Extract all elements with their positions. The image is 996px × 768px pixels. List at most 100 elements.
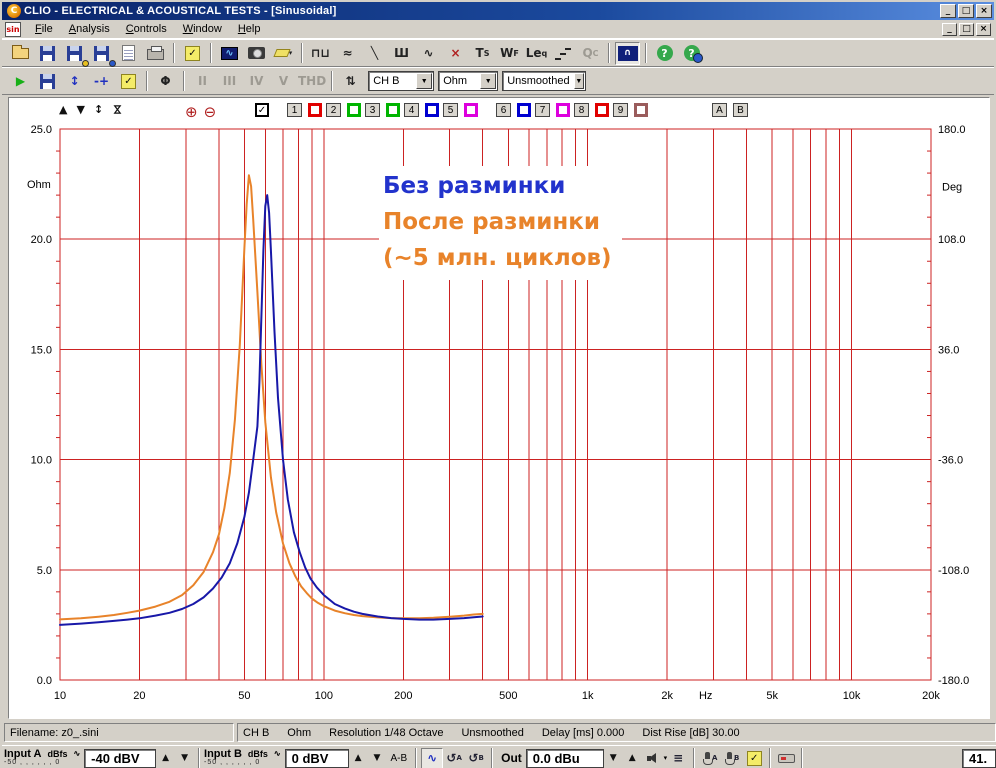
zoom-out-icon[interactable]: ⊖: [204, 103, 217, 121]
settings-icon[interactable]: ✓: [116, 70, 141, 93]
close-button[interactable]: ×: [976, 4, 992, 18]
thiele-small-icon[interactable]: TS: [470, 42, 495, 65]
input-a-unit: dBfs: [47, 749, 68, 759]
generator-wave-button[interactable]: ∿: [421, 747, 444, 768]
open-icon[interactable]: [8, 42, 33, 65]
steps-icon[interactable]: [551, 42, 576, 65]
phase-icon[interactable]: Φ: [153, 70, 178, 93]
unit-select[interactable]: Ohm ▼: [438, 71, 499, 91]
curve-8-button[interactable]: 8: [574, 103, 589, 117]
curve-5-button[interactable]: 5: [443, 103, 458, 117]
mls-analysis-icon[interactable]: ⊓⊔: [308, 42, 333, 65]
input-b-up-button[interactable]: ▲: [349, 753, 368, 763]
child-minimize-button[interactable]: _: [942, 22, 957, 36]
curve-4-button[interactable]: 4: [404, 103, 419, 117]
zoom-in-icon[interactable]: ⊕: [185, 103, 198, 121]
mic-a-icon[interactable]: A: [699, 748, 721, 768]
dc-lines-icon[interactable]: ≡: [667, 748, 689, 768]
device-meter-icon[interactable]: [775, 748, 797, 768]
input-a-down-button[interactable]: ▼: [175, 753, 194, 763]
erase-icon[interactable]: ▾: [271, 42, 296, 65]
menu-help[interactable]: Help: [230, 21, 269, 37]
curve-7-button[interactable]: 7: [535, 103, 550, 117]
save-measure-icon[interactable]: [35, 70, 60, 93]
ab-link-label[interactable]: A-B: [390, 753, 407, 764]
curve-9-button[interactable]: 9: [613, 103, 628, 117]
harmonic-5-icon[interactable]: V: [271, 70, 296, 93]
out-up-button[interactable]: ▲: [623, 753, 642, 763]
stop-analysis-icon[interactable]: ×: [443, 42, 468, 65]
menu-analysis[interactable]: Analysis: [61, 21, 118, 37]
curve-6-button[interactable]: 6: [496, 103, 511, 117]
menu-file[interactable]: File: [27, 21, 61, 37]
speaker-icon[interactable]: [642, 748, 664, 768]
qc-icon[interactable]: QC: [578, 42, 603, 65]
minimize-button[interactable]: _: [940, 4, 956, 18]
child-restore-button[interactable]: □: [959, 22, 974, 36]
waterfall-icon[interactable]: WF: [497, 42, 522, 65]
curve-3-color-checkbox[interactable]: [386, 103, 400, 117]
rta-analysis-icon[interactable]: Ш: [389, 42, 414, 65]
chevron-down-icon[interactable]: ▼: [573, 73, 585, 89]
menu-window[interactable]: Window: [175, 21, 230, 37]
curve-3-button[interactable]: 3: [365, 103, 380, 117]
print-icon[interactable]: [143, 42, 168, 65]
scale-adjust-icon[interactable]: ⇅: [338, 70, 363, 93]
input-a-up-button[interactable]: ▲: [156, 753, 175, 763]
loop-a-button[interactable]: ↺ A: [443, 748, 465, 768]
overlay-b-button[interactable]: B: [733, 103, 748, 117]
marker-checkbox[interactable]: ✓: [255, 103, 269, 117]
help-icon[interactable]: ?: [652, 42, 677, 65]
curve-4-color-checkbox[interactable]: [425, 103, 439, 117]
context-help-icon[interactable]: ?: [679, 42, 704, 65]
channel-select[interactable]: CH B ▼: [368, 71, 435, 91]
leq-analysis-icon[interactable]: Le q: [524, 42, 549, 65]
curve-9-color-checkbox[interactable]: [634, 103, 648, 117]
io-settings-icon[interactable]: ✓: [743, 748, 765, 768]
expand-scale-icon[interactable]: ↕: [94, 103, 103, 116]
harmonic-3-icon[interactable]: III: [217, 70, 242, 93]
curve-5-color-checkbox[interactable]: [464, 103, 478, 117]
curve-2-button[interactable]: 2: [326, 103, 341, 117]
noise-analysis-icon[interactable]: ≈: [335, 42, 360, 65]
save-icon[interactable]: [35, 42, 60, 65]
loop-b-button[interactable]: ↺ B: [465, 748, 487, 768]
save-as-icon[interactable]: [62, 42, 89, 67]
shift-up-icon[interactable]: ▲: [59, 103, 67, 116]
settings-icon: ✓: [121, 73, 136, 89]
out-down-button[interactable]: ▼: [604, 753, 623, 763]
curve-1-button[interactable]: 1: [287, 103, 302, 117]
harmonic-4-icon[interactable]: IV: [244, 70, 269, 93]
input-b-down-button[interactable]: ▼: [368, 753, 387, 763]
y-right-tick-label: 36.0: [938, 344, 959, 356]
movie-icon[interactable]: ∿: [217, 42, 242, 65]
chevron-down-icon[interactable]: ▼: [416, 73, 433, 89]
mic-b-icon[interactable]: B: [721, 748, 743, 768]
child-close-button[interactable]: ×: [976, 22, 991, 36]
chevron-down-icon[interactable]: ▼: [480, 73, 497, 89]
active-window-icon[interactable]: ∩: [615, 41, 640, 65]
options-icon[interactable]: ✓: [180, 42, 205, 65]
overlay-a-button[interactable]: A: [712, 103, 727, 117]
page-setup-icon[interactable]: [116, 42, 141, 65]
snapshot-icon[interactable]: [244, 42, 269, 65]
run-button[interactable]: ▶: [8, 70, 33, 93]
sinusoidal-analysis-icon[interactable]: ∿: [416, 42, 441, 65]
curve-8-color-checkbox[interactable]: [595, 103, 609, 117]
autoscale-icon[interactable]: ↕: [62, 70, 87, 93]
curve-7-color-checkbox[interactable]: [556, 103, 570, 117]
x-axis-unit-label: Hz: [699, 690, 712, 702]
decay-analysis-icon[interactable]: ╲: [362, 42, 387, 65]
harmonic-2-icon[interactable]: II: [190, 70, 215, 93]
curve-1-color-checkbox[interactable]: [308, 103, 322, 117]
smoothing-select[interactable]: Unsmoothed ▼: [502, 71, 587, 91]
thd-icon[interactable]: THD: [298, 70, 326, 93]
shift-down-icon[interactable]: ▼: [76, 103, 84, 116]
curve-6-color-checkbox[interactable]: [517, 103, 531, 117]
compress-scale-icon[interactable]: ⋈: [111, 103, 124, 116]
curve-2-color-checkbox[interactable]: [347, 103, 361, 117]
calibration-icon[interactable]: -+: [89, 70, 114, 93]
maximize-button[interactable]: □: [958, 4, 974, 18]
export-icon[interactable]: [89, 42, 116, 67]
menu-controls[interactable]: Controls: [118, 21, 175, 37]
